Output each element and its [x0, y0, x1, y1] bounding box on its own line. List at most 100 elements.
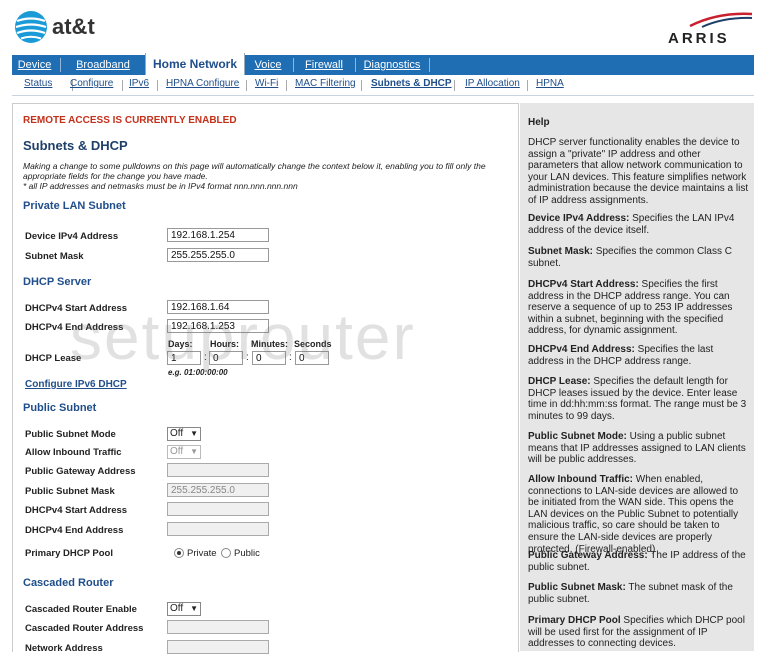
allow-inbound-select[interactable]: Off ▼ — [167, 445, 201, 459]
nav-separator — [60, 58, 61, 72]
help-public-gateway: Public Gateway Address: The IP address o… — [528, 550, 746, 573]
public-subnet-mode-label: Public Subnet Mode — [25, 429, 116, 440]
remote-access-notice: REMOTE ACCESS IS CURRENTLY ENABLED — [23, 115, 237, 126]
chevron-down-icon: ▼ — [190, 429, 198, 438]
help-public-subnet-mode: Public Subnet Mode: Using a public subne… — [528, 431, 746, 466]
help-dhcp-start: DHCPv4 Start Address: Specifies the firs… — [528, 279, 733, 337]
intro-line: Making a change to some pulldowns on thi… — [23, 161, 486, 181]
subnav-configure[interactable]: Configure — [70, 78, 113, 89]
help-public-mask: Public Subnet Mask: The subnet mask of t… — [528, 582, 733, 605]
lease-colon: : — [204, 352, 207, 363]
subnav-ip-allocation[interactable]: IP Allocation — [465, 78, 520, 89]
help-dhcp-end: DHCPv4 End Address: Specifies the last a… — [528, 344, 714, 367]
dhcp-lease-label: DHCP Lease — [25, 353, 82, 364]
device-ipv4-input[interactable]: 192.168.1.254 — [167, 228, 269, 242]
public-dhcp-start-label: DHCPv4 Start Address — [25, 505, 128, 516]
help-device-ipv4: Device IPv4 Address: Specifies the LAN I… — [528, 213, 735, 236]
subnav-hpna-configure[interactable]: HPNA Configure — [166, 78, 239, 89]
dhcp-start-input[interactable]: 192.168.1.64 — [167, 300, 269, 314]
help-subnet-mask: Subnet Mask: Specifies the common Class … — [528, 246, 732, 269]
cascaded-enable-select[interactable]: Off ▼ — [167, 602, 201, 616]
subnav-status[interactable]: Status — [24, 78, 52, 89]
main-nav: Device Broadband Home Network Voice Fire… — [12, 53, 754, 75]
intro-text: Making a change to some pulldowns on thi… — [23, 161, 503, 191]
pool-private-radio[interactable] — [174, 548, 184, 558]
lease-seconds-input[interactable]: 0 — [295, 351, 329, 365]
public-mask-input[interactable]: 255.255.255.0 — [167, 483, 269, 497]
intro-format-note: * all IP addresses and netmasks must be … — [23, 181, 298, 191]
subnav-separator — [122, 80, 123, 91]
subnav-separator — [361, 80, 362, 91]
nav-separator — [355, 58, 356, 72]
help-panel: Help DHCP server functionality enables t… — [520, 103, 754, 651]
tab-firewall[interactable]: Firewall — [297, 55, 351, 75]
help-primary-pool: Primary DHCP Pool Specifies which DHCP p… — [528, 615, 745, 650]
dhcp-end-label: DHCPv4 End Address — [25, 322, 124, 333]
sub-nav: Status Configure IPv6 HPNA Configure Wi-… — [12, 75, 754, 96]
lease-colon: : — [246, 352, 249, 363]
dhcp-end-input[interactable]: 192.168.1.253 — [167, 319, 269, 333]
help-allow-inbound: Allow Inbound Traffic: When enabled, con… — [528, 474, 739, 555]
public-gateway-input[interactable] — [167, 463, 269, 477]
public-subnet-heading: Public Subnet — [23, 402, 97, 414]
subnav-separator — [527, 80, 528, 91]
private-lan-heading: Private LAN Subnet — [23, 200, 126, 212]
nav-separator — [429, 58, 430, 72]
subnav-hpna[interactable]: HPNA — [536, 78, 564, 89]
tab-broadband[interactable]: Broadband — [64, 55, 142, 75]
help-title: Help — [528, 117, 550, 128]
pool-public-label: Public — [234, 548, 260, 559]
public-dhcp-start-input[interactable] — [167, 502, 269, 516]
primary-pool-label: Primary DHCP Pool — [25, 548, 113, 559]
arris-swoosh-icon — [689, 12, 753, 28]
pool-public-radio[interactable] — [221, 548, 231, 558]
lease-days-label: Days: — [168, 339, 193, 349]
att-brand-text: at&t — [52, 14, 95, 39]
lease-example: e.g. 01:00:00:00 — [168, 368, 228, 377]
network-address-input[interactable] — [167, 640, 269, 654]
lease-minutes-label: Minutes: — [251, 339, 288, 349]
help-dhcp-lease: DHCP Lease: Specifies the default length… — [528, 376, 747, 422]
public-dhcp-end-label: DHCPv4 End Address — [25, 525, 124, 536]
nav-separator — [293, 58, 294, 72]
page-title: Subnets & DHCP — [23, 138, 128, 153]
chevron-down-icon: ▼ — [190, 447, 198, 456]
pool-private-label: Private — [187, 548, 217, 559]
subnet-mask-input[interactable]: 255.255.255.0 — [167, 248, 269, 262]
allow-inbound-label: Allow Inbound Traffic — [25, 447, 122, 458]
subnav-mac-filtering[interactable]: MAC Filtering — [295, 78, 356, 89]
header-bar: at&t ARRIS — [0, 0, 768, 55]
lease-hours-label: Hours: — [210, 339, 239, 349]
public-mask-label: Public Subnet Mask — [25, 486, 115, 497]
tab-home-network[interactable]: Home Network — [145, 53, 245, 75]
lease-hours-input[interactable]: 0 — [209, 351, 243, 365]
tab-device[interactable]: Device — [12, 55, 57, 75]
device-ipv4-label: Device IPv4 Address — [25, 231, 119, 242]
tab-voice[interactable]: Voice — [248, 55, 288, 75]
subnav-separator — [246, 80, 247, 91]
public-dhcp-end-input[interactable] — [167, 522, 269, 536]
settings-panel: REMOTE ACCESS IS CURRENTLY ENABLED Subne… — [12, 103, 519, 654]
tab-diagnostics[interactable]: Diagnostics — [359, 55, 425, 75]
subnet-mask-label: Subnet Mask — [25, 251, 84, 262]
dhcp-server-heading: DHCP Server — [23, 276, 92, 288]
chevron-down-icon: ▼ — [190, 604, 198, 613]
public-subnet-mode-select[interactable]: Off ▼ — [167, 427, 201, 441]
subnav-ipv6[interactable]: IPv6 — [129, 78, 149, 89]
subnav-wifi[interactable]: Wi-Fi — [255, 78, 278, 89]
subnav-separator — [286, 80, 287, 91]
network-address-label: Network Address — [25, 643, 103, 654]
lease-colon: : — [289, 352, 292, 363]
lease-days-input[interactable]: 1 — [167, 351, 201, 365]
lease-minutes-input[interactable]: 0 — [252, 351, 286, 365]
att-globe-icon — [15, 11, 47, 43]
dhcp-start-label: DHCPv4 Start Address — [25, 303, 128, 314]
cascaded-address-input[interactable] — [167, 620, 269, 634]
arris-brand-text: ARRIS — [668, 30, 730, 47]
subnav-separator — [454, 80, 455, 91]
lease-seconds-label: Seconds — [294, 339, 332, 349]
subnav-subnets-dhcp[interactable]: Subnets & DHCP — [371, 78, 452, 89]
cascaded-address-label: Cascaded Router Address — [25, 623, 144, 634]
configure-ipv6-dhcp-link[interactable]: Configure IPv6 DHCP — [25, 379, 127, 390]
arris-logo: ARRIS — [668, 10, 756, 47]
